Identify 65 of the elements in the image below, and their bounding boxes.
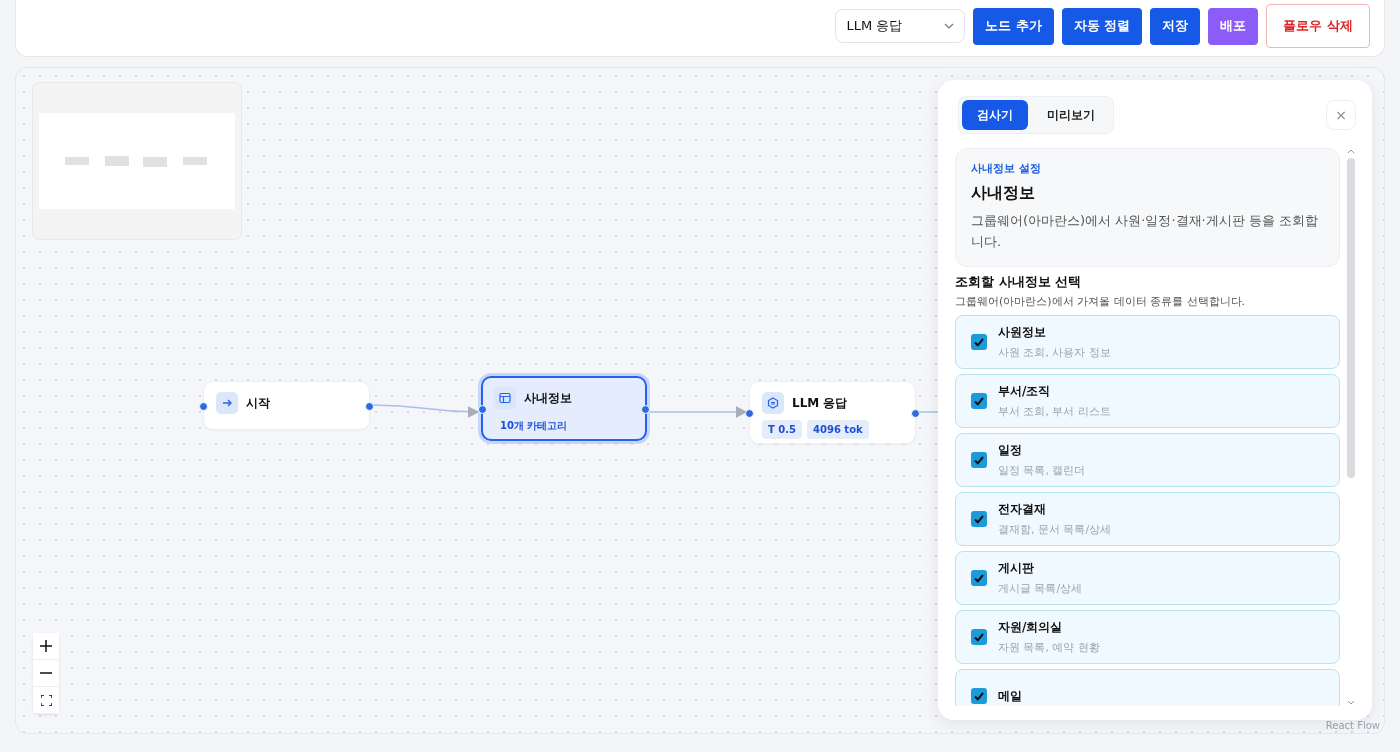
- hexagon-icon: [767, 397, 779, 409]
- section-description: 그룹웨어(아마란스)에서 가져올 데이터 종류를 선택합니다.: [955, 294, 1247, 309]
- checkbox[interactable]: [971, 570, 987, 586]
- toolbar-button[interactable]: 저장: [1150, 7, 1201, 45]
- chevron-down-icon[interactable]: [1347, 700, 1355, 706]
- option-description: 결재함, 문서 목록/상세: [998, 522, 1112, 537]
- option-row[interactable]: 자원/회의실 자원 목록, 예약 현황: [955, 610, 1340, 664]
- option-row[interactable]: 게시판 게시글 목록/상세: [955, 551, 1340, 605]
- node-title: LLM 응답: [792, 394, 848, 412]
- option-row[interactable]: 사원정보 사원 조회, 사용자 정보: [955, 315, 1340, 369]
- toolbar-button[interactable]: 플로우 삭제: [1266, 4, 1370, 48]
- option-description: 부서 조회, 부서 리스트: [998, 404, 1111, 419]
- node-handle[interactable]: [911, 409, 920, 418]
- option-label: 일정: [998, 442, 1023, 459]
- option-description: 사원 조회, 사용자 정보: [998, 345, 1111, 360]
- card-title: 사내정보: [971, 183, 1036, 204]
- scrollbar[interactable]: [1346, 148, 1356, 706]
- option-row[interactable]: 일정 일정 목록, 캘린더: [955, 433, 1340, 487]
- card-eyebrow: 사내정보 설정: [971, 161, 1042, 176]
- card-description: 그룹웨어(아마란스)에서 사원·일정·결재·게시판 등을 조회합니다.: [971, 212, 1319, 251]
- zoom-in-button[interactable]: [33, 633, 59, 660]
- zoom-out-button[interactable]: [33, 660, 59, 687]
- node-title: 사내정보: [524, 389, 572, 407]
- section-title: 조회할 사내정보 선택: [955, 273, 1083, 291]
- node-handle[interactable]: [365, 402, 374, 411]
- checkbox[interactable]: [971, 452, 987, 468]
- option-row[interactable]: 부서/조직 부서 조회, 부서 리스트: [955, 374, 1340, 428]
- node-handle[interactable]: [641, 405, 650, 414]
- checkbox[interactable]: [971, 688, 987, 704]
- option-label: 사원정보: [998, 324, 1047, 341]
- option-row[interactable]: 전자결재 결재함, 문서 목록/상세: [955, 492, 1340, 546]
- node-title: 시작: [246, 394, 270, 412]
- option-label: 전자결재: [998, 501, 1047, 518]
- checkbox[interactable]: [971, 629, 987, 645]
- node-tag: T 0.5: [762, 420, 803, 439]
- node-handle[interactable]: [199, 402, 208, 411]
- option-label: 게시판: [998, 560, 1035, 577]
- fit-view-button[interactable]: [33, 687, 59, 714]
- toolbar-button[interactable]: 노드 추가: [973, 7, 1054, 45]
- option-description: 게시글 목록/상세: [998, 581, 1083, 596]
- checkbox[interactable]: [971, 393, 987, 409]
- chevron-down-icon: [944, 23, 955, 29]
- node-tag: 4096 tok: [807, 420, 869, 439]
- close-button[interactable]: ×: [1326, 100, 1356, 130]
- table-icon: [499, 392, 511, 404]
- checkbox[interactable]: [971, 334, 987, 350]
- option-label: 부서/조직: [998, 383, 1052, 400]
- plus-icon: [40, 640, 52, 652]
- chevron-up-icon[interactable]: [1347, 148, 1355, 154]
- panel-tab[interactable]: 검사기: [962, 100, 1028, 130]
- toolbar-button[interactable]: 자동 정렬: [1061, 7, 1143, 45]
- option-description: 자원 목록, 예약 현황: [998, 640, 1100, 655]
- flow-node[interactable]: 사내정보 10개 카테고리: [481, 376, 647, 441]
- panel-tab[interactable]: 미리보기: [1032, 100, 1110, 130]
- node-handle[interactable]: [478, 405, 487, 414]
- checkbox[interactable]: [971, 511, 987, 527]
- option-label: 자원/회의실: [998, 619, 1064, 636]
- model-select[interactable]: LLM 응답: [835, 9, 966, 43]
- toolbar-button[interactable]: 배포: [1208, 7, 1259, 45]
- option-row[interactable]: 메일: [955, 669, 1340, 706]
- fullscreen-icon: [40, 694, 52, 706]
- option-label: 메일: [998, 687, 1022, 705]
- node-handle[interactable]: [745, 409, 754, 418]
- arrow-icon: [221, 397, 233, 409]
- option-description: 일정 목록, 캘린더: [998, 463, 1086, 478]
